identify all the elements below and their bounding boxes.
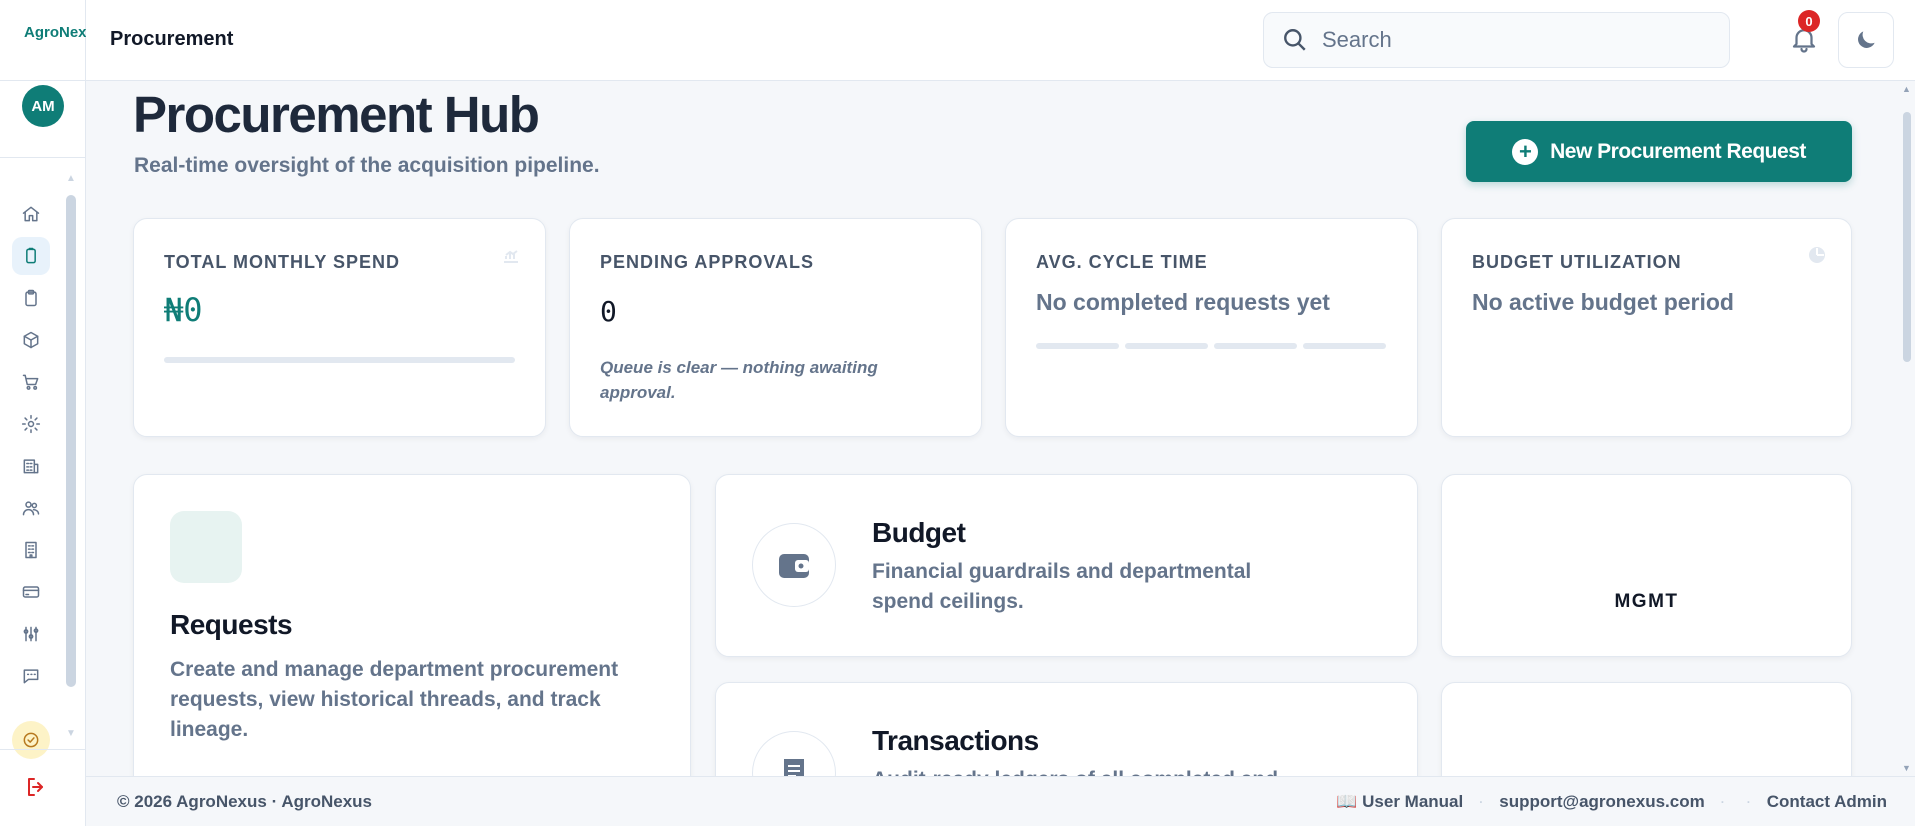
brand-name: AgroNexus (24, 23, 86, 41)
wallet-icon (752, 523, 836, 607)
sidebar-scroll-down-icon[interactable]: ▼ (66, 728, 76, 739)
page-subtitle: Real-time oversight of the acquisition p… (134, 154, 600, 177)
theme-toggle-button[interactable] (1838, 12, 1894, 68)
building-chart-icon (23, 459, 39, 474)
footer-copyright: © 2026 AgroNexus · AgroNexus (117, 792, 373, 811)
kpi-value: No active budget period (1472, 289, 1734, 315)
sidebar-item-inventory[interactable] (12, 321, 50, 359)
kpi-label: BUDGET UTILIZATION (1472, 252, 1682, 272)
clipboard-icon (25, 289, 37, 307)
sidebar-item-messages[interactable] (12, 657, 50, 695)
check-circle-icon (23, 732, 39, 748)
footer-separator: · (1479, 795, 1484, 809)
kpi-label: TOTAL MONTHLY SPEND (164, 252, 401, 272)
notification-count-badge: 0 (1798, 10, 1820, 32)
kpi-card-monthly-spend: TOTAL MONTHLY SPEND ₦0 (133, 218, 546, 437)
gear-icon (21, 414, 41, 434)
spend-progress-bar (164, 357, 515, 363)
cycle-segment (1125, 343, 1208, 349)
kpi-value: ₦0 (164, 291, 203, 329)
footer-separator: · (1720, 795, 1725, 809)
kpi-label: AVG. CYCLE TIME (1036, 252, 1208, 272)
contact-admin-link[interactable]: Contact Admin (1767, 792, 1887, 812)
office-building-icon (25, 541, 37, 559)
cycle-segment (1303, 343, 1386, 349)
top-header: Procurement 0 (86, 0, 1915, 81)
sidebar-divider (0, 749, 86, 750)
main-scroll-down-icon[interactable]: ▼ (1902, 763, 1911, 773)
module-title: Transactions (872, 725, 1039, 756)
kpi-note: Queue is clear — nothing awaiting approv… (600, 358, 878, 402)
module-card-budget[interactable]: Budget Financial guardrails and departme… (715, 474, 1418, 657)
sidebar-item-orders[interactable] (12, 363, 50, 401)
sidebar-scrollbar[interactable] (66, 195, 76, 687)
new-procurement-request-button[interactable]: + New Procurement Request (1466, 121, 1852, 182)
sidebar-divider (0, 80, 86, 81)
sidebar-item-requests[interactable] (12, 279, 50, 317)
credit-card-icon (22, 586, 40, 598)
sidebar-item-settings[interactable] (12, 405, 50, 443)
logout-button[interactable] (24, 775, 50, 801)
sidebar-item-reports[interactable] (12, 447, 50, 485)
pie-chart-icon (1807, 245, 1827, 265)
mgmt-label: MGMT (1614, 591, 1679, 612)
sidebar-item-tasks[interactable] (12, 721, 50, 759)
logout-icon (28, 778, 43, 796)
users-icon (22, 501, 40, 516)
support-email-link[interactable]: support@agronexus.com (1499, 792, 1705, 812)
main-scroll-up-icon[interactable]: ▲ (1902, 84, 1911, 94)
kpi-label: PENDING APPROVALS (600, 252, 815, 272)
module-title: Budget (872, 517, 966, 548)
footer: © 2026 AgroNexus · AgroNexus 📖 User Manu… (86, 776, 1915, 826)
sidebar-item-preferences[interactable] (12, 615, 50, 653)
module-card-management[interactable]: MGMT (1441, 474, 1852, 657)
sidebar-scroll-up-icon[interactable]: ▲ (66, 173, 76, 184)
box-icon (23, 331, 39, 349)
sidebar-item-procurement[interactable] (12, 237, 50, 275)
moon-icon (1858, 31, 1875, 48)
kpi-card-budget-utilization: BUDGET UTILIZATION No active budget peri… (1441, 218, 1852, 437)
module-title: Requests (170, 609, 293, 640)
chart-icon (501, 245, 521, 265)
cycle-segment (1036, 343, 1119, 349)
brand[interactable]: AgroNexus (14, 18, 86, 46)
page-title: Procurement Hub (133, 86, 540, 143)
sidebar-item-home[interactable] (12, 195, 50, 233)
footer-links: 📖 User Manual · support@agronexus.com · … (1336, 792, 1887, 812)
sidebar-item-payments[interactable] (12, 573, 50, 611)
new-procurement-request-label: New Procurement Request (1550, 139, 1806, 163)
sliders-icon (23, 626, 39, 642)
footer-separator: · (1746, 795, 1751, 809)
procurement-icon (26, 247, 36, 264)
module-card-requests[interactable]: Requests Create and manage department pr… (133, 474, 691, 794)
header-title: Procurement (110, 28, 234, 50)
main-scrollbar[interactable] (1903, 112, 1911, 362)
chat-icon (23, 669, 39, 684)
sidebar-item-departments[interactable] (12, 531, 50, 569)
plus-circle-icon: + (1512, 138, 1539, 165)
user-manual-link[interactable]: 📖 User Manual (1336, 792, 1463, 812)
kpi-value: 0 (600, 295, 617, 328)
search-input[interactable] (1322, 27, 1682, 53)
sidebar-divider (0, 157, 86, 158)
avatar[interactable]: AM (22, 85, 64, 127)
module-description: Create and manage department procurement… (170, 658, 619, 741)
sidebar: AgroNexus AM ▲ ▼ (0, 0, 86, 826)
module-description: Financial guardrails and departmental sp… (872, 560, 1252, 613)
cart-icon (22, 374, 39, 390)
cycle-segment (1214, 343, 1297, 349)
kpi-card-cycle-time: AVG. CYCLE TIME No completed requests ye… (1005, 218, 1418, 437)
search-box[interactable] (1263, 12, 1730, 68)
kpi-card-pending-approvals: PENDING APPROVALS 0 Queue is clear — not… (569, 218, 982, 437)
sidebar-item-users[interactable] (12, 489, 50, 527)
requests-icon-tile (170, 511, 242, 583)
kpi-value: No completed requests yet (1036, 289, 1330, 315)
home-icon (22, 206, 40, 222)
search-icon (1284, 29, 1306, 51)
